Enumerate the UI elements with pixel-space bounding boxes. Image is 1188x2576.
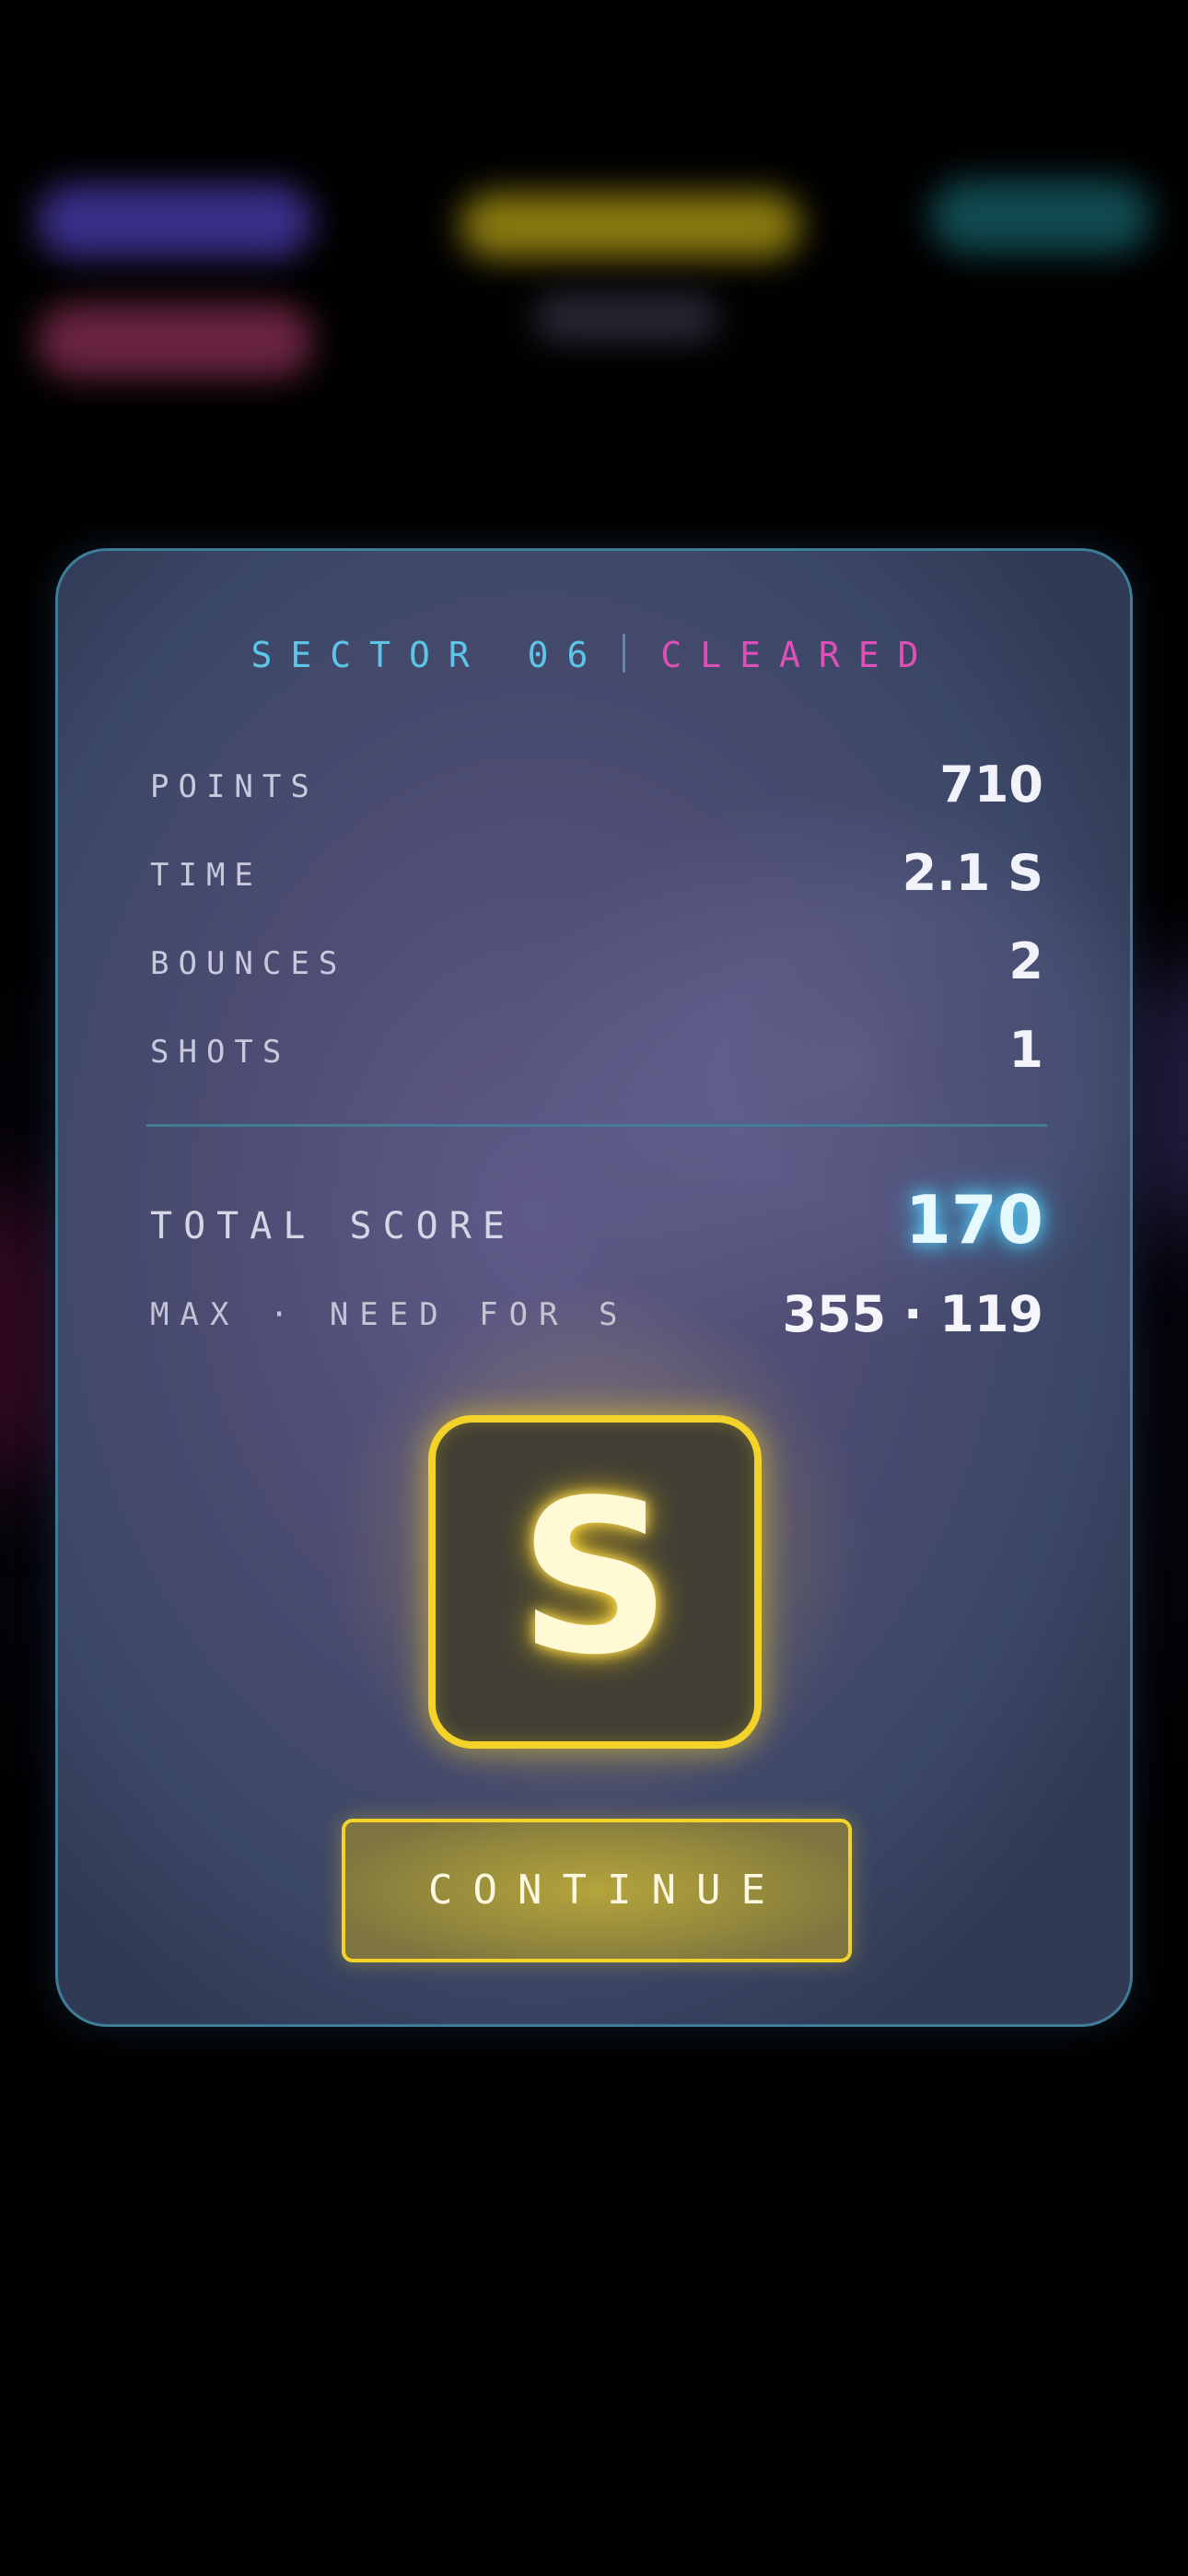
- title-separator: [623, 634, 626, 673]
- result-title: SECTOR 06 CLEARED: [58, 634, 1130, 675]
- stat-label: TIME: [150, 857, 262, 894]
- max-score-value: 355 · 119: [782, 1285, 1043, 1343]
- blurred-hud-panel: [534, 295, 718, 341]
- stats-divider: [146, 1124, 1047, 1127]
- stat-value: 2: [1008, 932, 1043, 990]
- stat-label: SHOTS: [150, 1034, 291, 1071]
- stat-row-time: TIME 2.1 S: [150, 844, 1043, 908]
- cleared-status: CLEARED: [660, 635, 938, 675]
- stat-value: 710: [939, 755, 1043, 814]
- blurred-hud-panel: [930, 180, 1151, 253]
- stat-label: BOUNCES: [150, 945, 347, 982]
- stat-value: 2.1 S: [902, 844, 1043, 902]
- blurred-hud-panel: [460, 193, 801, 258]
- level-complete-card: SECTOR 06 CLEARED POINTS 710 TIME 2.1 S B…: [55, 548, 1133, 2027]
- stat-row-points: POINTS 710: [150, 755, 1043, 820]
- stat-row-shots: SHOTS 1: [150, 1021, 1043, 1085]
- grade-badge: S: [428, 1415, 762, 1749]
- total-score-value: 170: [904, 1181, 1043, 1259]
- total-score-row: TOTAL SCORE 170: [150, 1181, 1043, 1270]
- sector-label: SECTOR 06: [250, 635, 607, 675]
- grade-letter: S: [518, 1456, 671, 1702]
- continue-button[interactable]: CONTINUE: [342, 1819, 852, 1962]
- stat-row-bounces: BOUNCES 2: [150, 932, 1043, 997]
- stat-label: POINTS: [150, 768, 319, 805]
- stat-value: 1: [1008, 1021, 1043, 1079]
- blurred-hud-panel: [37, 184, 313, 258]
- total-score-label: TOTAL SCORE: [150, 1205, 516, 1247]
- blurred-edge-glow: [0, 1198, 55, 1474]
- blurred-edge-glow: [1142, 967, 1188, 1225]
- blurred-hud-panel: [37, 304, 313, 378]
